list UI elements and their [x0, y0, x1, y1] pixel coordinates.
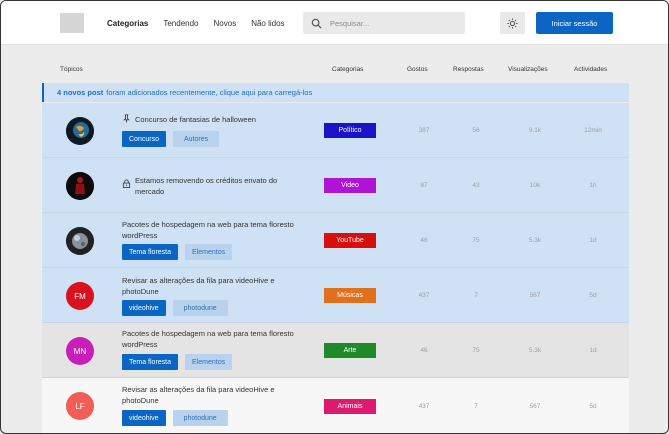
- views-count: 567: [529, 292, 541, 299]
- category-badge[interactable]: Animais: [324, 399, 376, 414]
- likes-count: 46: [420, 237, 428, 244]
- topic-title[interactable]: Estamos removendo os créditos envato do …: [122, 175, 292, 197]
- logo[interactable]: [60, 13, 84, 33]
- likes-count: 437: [418, 403, 430, 410]
- topic-row[interactable]: Pacotes de hospedagem na web para tema f…: [42, 213, 629, 268]
- main-nav: Categorias Tendendo Novos Não lidos: [107, 1, 285, 45]
- tag-elementos[interactable]: Elementos: [185, 354, 233, 370]
- tag-photodune[interactable]: photodune: [172, 410, 228, 426]
- tag-photodune[interactable]: photodune: [172, 300, 228, 316]
- views-count: 9.1k: [528, 127, 542, 134]
- tag-list: videohive photodune: [122, 410, 228, 426]
- activity-time: 5d: [589, 403, 597, 410]
- topic-row[interactable]: MN Pacotes de hospedagem na web para tem…: [42, 323, 629, 378]
- topic-row[interactable]: FM Revisar as alterações da fila para vi…: [42, 268, 629, 323]
- notice-text: foram adicionados recentemente, clique a…: [106, 88, 313, 97]
- notice-count: 4 novos post: [57, 88, 104, 97]
- replies-count: 56: [472, 127, 480, 134]
- avatar[interactable]: FM: [66, 282, 94, 310]
- nav-novos[interactable]: Novos: [214, 19, 237, 28]
- tag-list: Tema floresta Elementos: [122, 244, 233, 260]
- theme-toggle-button[interactable]: [500, 12, 525, 34]
- category-badge[interactable]: Músicas: [324, 288, 376, 303]
- tag-elementos[interactable]: Elementos: [185, 244, 233, 260]
- pin-icon: [123, 114, 130, 123]
- category-badge[interactable]: YouTube: [324, 233, 376, 248]
- tag-tema-floresta[interactable]: Tema floresta: [122, 244, 179, 260]
- new-posts-notice[interactable]: 4 novos post foram adicionados recenteme…: [42, 83, 629, 102]
- topic-row[interactable]: LF Revisar as alterações da fila para vi…: [42, 378, 629, 433]
- search-box[interactable]: [303, 12, 465, 34]
- planet-avatar-icon: [66, 227, 94, 255]
- likes-count: 437: [418, 292, 430, 299]
- app-window: Categorias Tendendo Novos Não lidos Inic…: [0, 0, 669, 434]
- tag-concurso[interactable]: Concurso: [122, 131, 166, 147]
- lock-icon: [122, 179, 131, 188]
- replies-count: 7: [474, 292, 478, 299]
- likes-count: 46: [420, 347, 428, 354]
- topic-title[interactable]: Revisar as alterações da fila para video…: [122, 384, 297, 406]
- search-icon: [311, 18, 322, 29]
- nav-categorias[interactable]: Categorias: [107, 19, 148, 28]
- views-count: 567: [529, 403, 541, 410]
- topic-title[interactable]: Revisar as alterações da fila para video…: [122, 275, 297, 297]
- activity-time: 1h: [589, 182, 597, 189]
- col-likes[interactable]: Gostos: [407, 66, 428, 73]
- activity-time: 12min: [584, 127, 602, 134]
- tag-list: videohive photodune: [122, 300, 228, 316]
- search-input[interactable]: [330, 18, 460, 28]
- login-button[interactable]: Iniciar sessão: [536, 12, 613, 34]
- tag-autores[interactable]: Autores: [172, 131, 220, 147]
- likes-count: 387: [418, 127, 430, 134]
- replies-count: 75: [472, 347, 480, 354]
- activity-time: 1d: [589, 237, 597, 244]
- category-badge[interactable]: Político: [324, 123, 376, 138]
- likes-count: 87: [420, 182, 428, 189]
- replies-count: 7: [474, 403, 478, 410]
- tag-videohive[interactable]: videohive: [122, 410, 166, 426]
- category-badge[interactable]: Arte: [324, 343, 376, 358]
- top-header: Categorias Tendendo Novos Não lidos Inic…: [1, 1, 668, 45]
- views-count: 5.3k: [528, 237, 542, 244]
- nav-nao-lidos[interactable]: Não lidos: [251, 19, 284, 28]
- replies-count: 43: [472, 182, 480, 189]
- col-replies[interactable]: Respostas: [453, 66, 484, 73]
- avatar[interactable]: [66, 227, 94, 255]
- topic-title[interactable]: Pacotes de hospedagem na web para tema f…: [122, 219, 297, 241]
- tag-list: Tema floresta Elementos: [122, 354, 233, 370]
- nav-tendendo[interactable]: Tendendo: [163, 19, 198, 28]
- tag-videohive[interactable]: videohive: [122, 300, 166, 316]
- views-count: 10k: [529, 182, 541, 189]
- activity-time: 5d: [589, 292, 597, 299]
- topic-title[interactable]: Pacotes de hospedagem na web para tema f…: [122, 328, 297, 350]
- sun-icon: [507, 17, 518, 29]
- topic-row[interactable]: Estamos removendo os créditos envato do …: [42, 158, 629, 213]
- replies-count: 75: [472, 237, 480, 244]
- avatar[interactable]: MN: [66, 337, 94, 365]
- avatar[interactable]: [66, 117, 94, 145]
- figure-avatar-icon: [66, 172, 94, 200]
- topic-title-text: Concurso de fantasias de halloween: [135, 115, 256, 124]
- topic-title[interactable]: Concurso de fantasias de halloween: [122, 114, 297, 125]
- tag-tema-floresta[interactable]: Tema floresta: [122, 354, 179, 370]
- avatar[interactable]: LF: [66, 392, 94, 420]
- topic-title-text: Estamos removendo os créditos envato do …: [135, 176, 278, 196]
- earth-avatar-icon: [66, 117, 94, 145]
- activity-time: 1d: [589, 347, 597, 354]
- col-activity[interactable]: Actividades: [574, 66, 607, 73]
- col-categories[interactable]: Categorias: [332, 66, 363, 73]
- col-views[interactable]: Visualizações: [508, 66, 548, 73]
- avatar[interactable]: [66, 172, 94, 200]
- topic-row[interactable]: Concurso de fantasias de halloween Concu…: [42, 103, 629, 158]
- tag-list: Concurso Autores: [122, 131, 220, 147]
- views-count: 5.3k: [528, 347, 542, 354]
- category-badge[interactable]: Video: [324, 178, 376, 193]
- col-topics[interactable]: Tópicos: [60, 66, 83, 73]
